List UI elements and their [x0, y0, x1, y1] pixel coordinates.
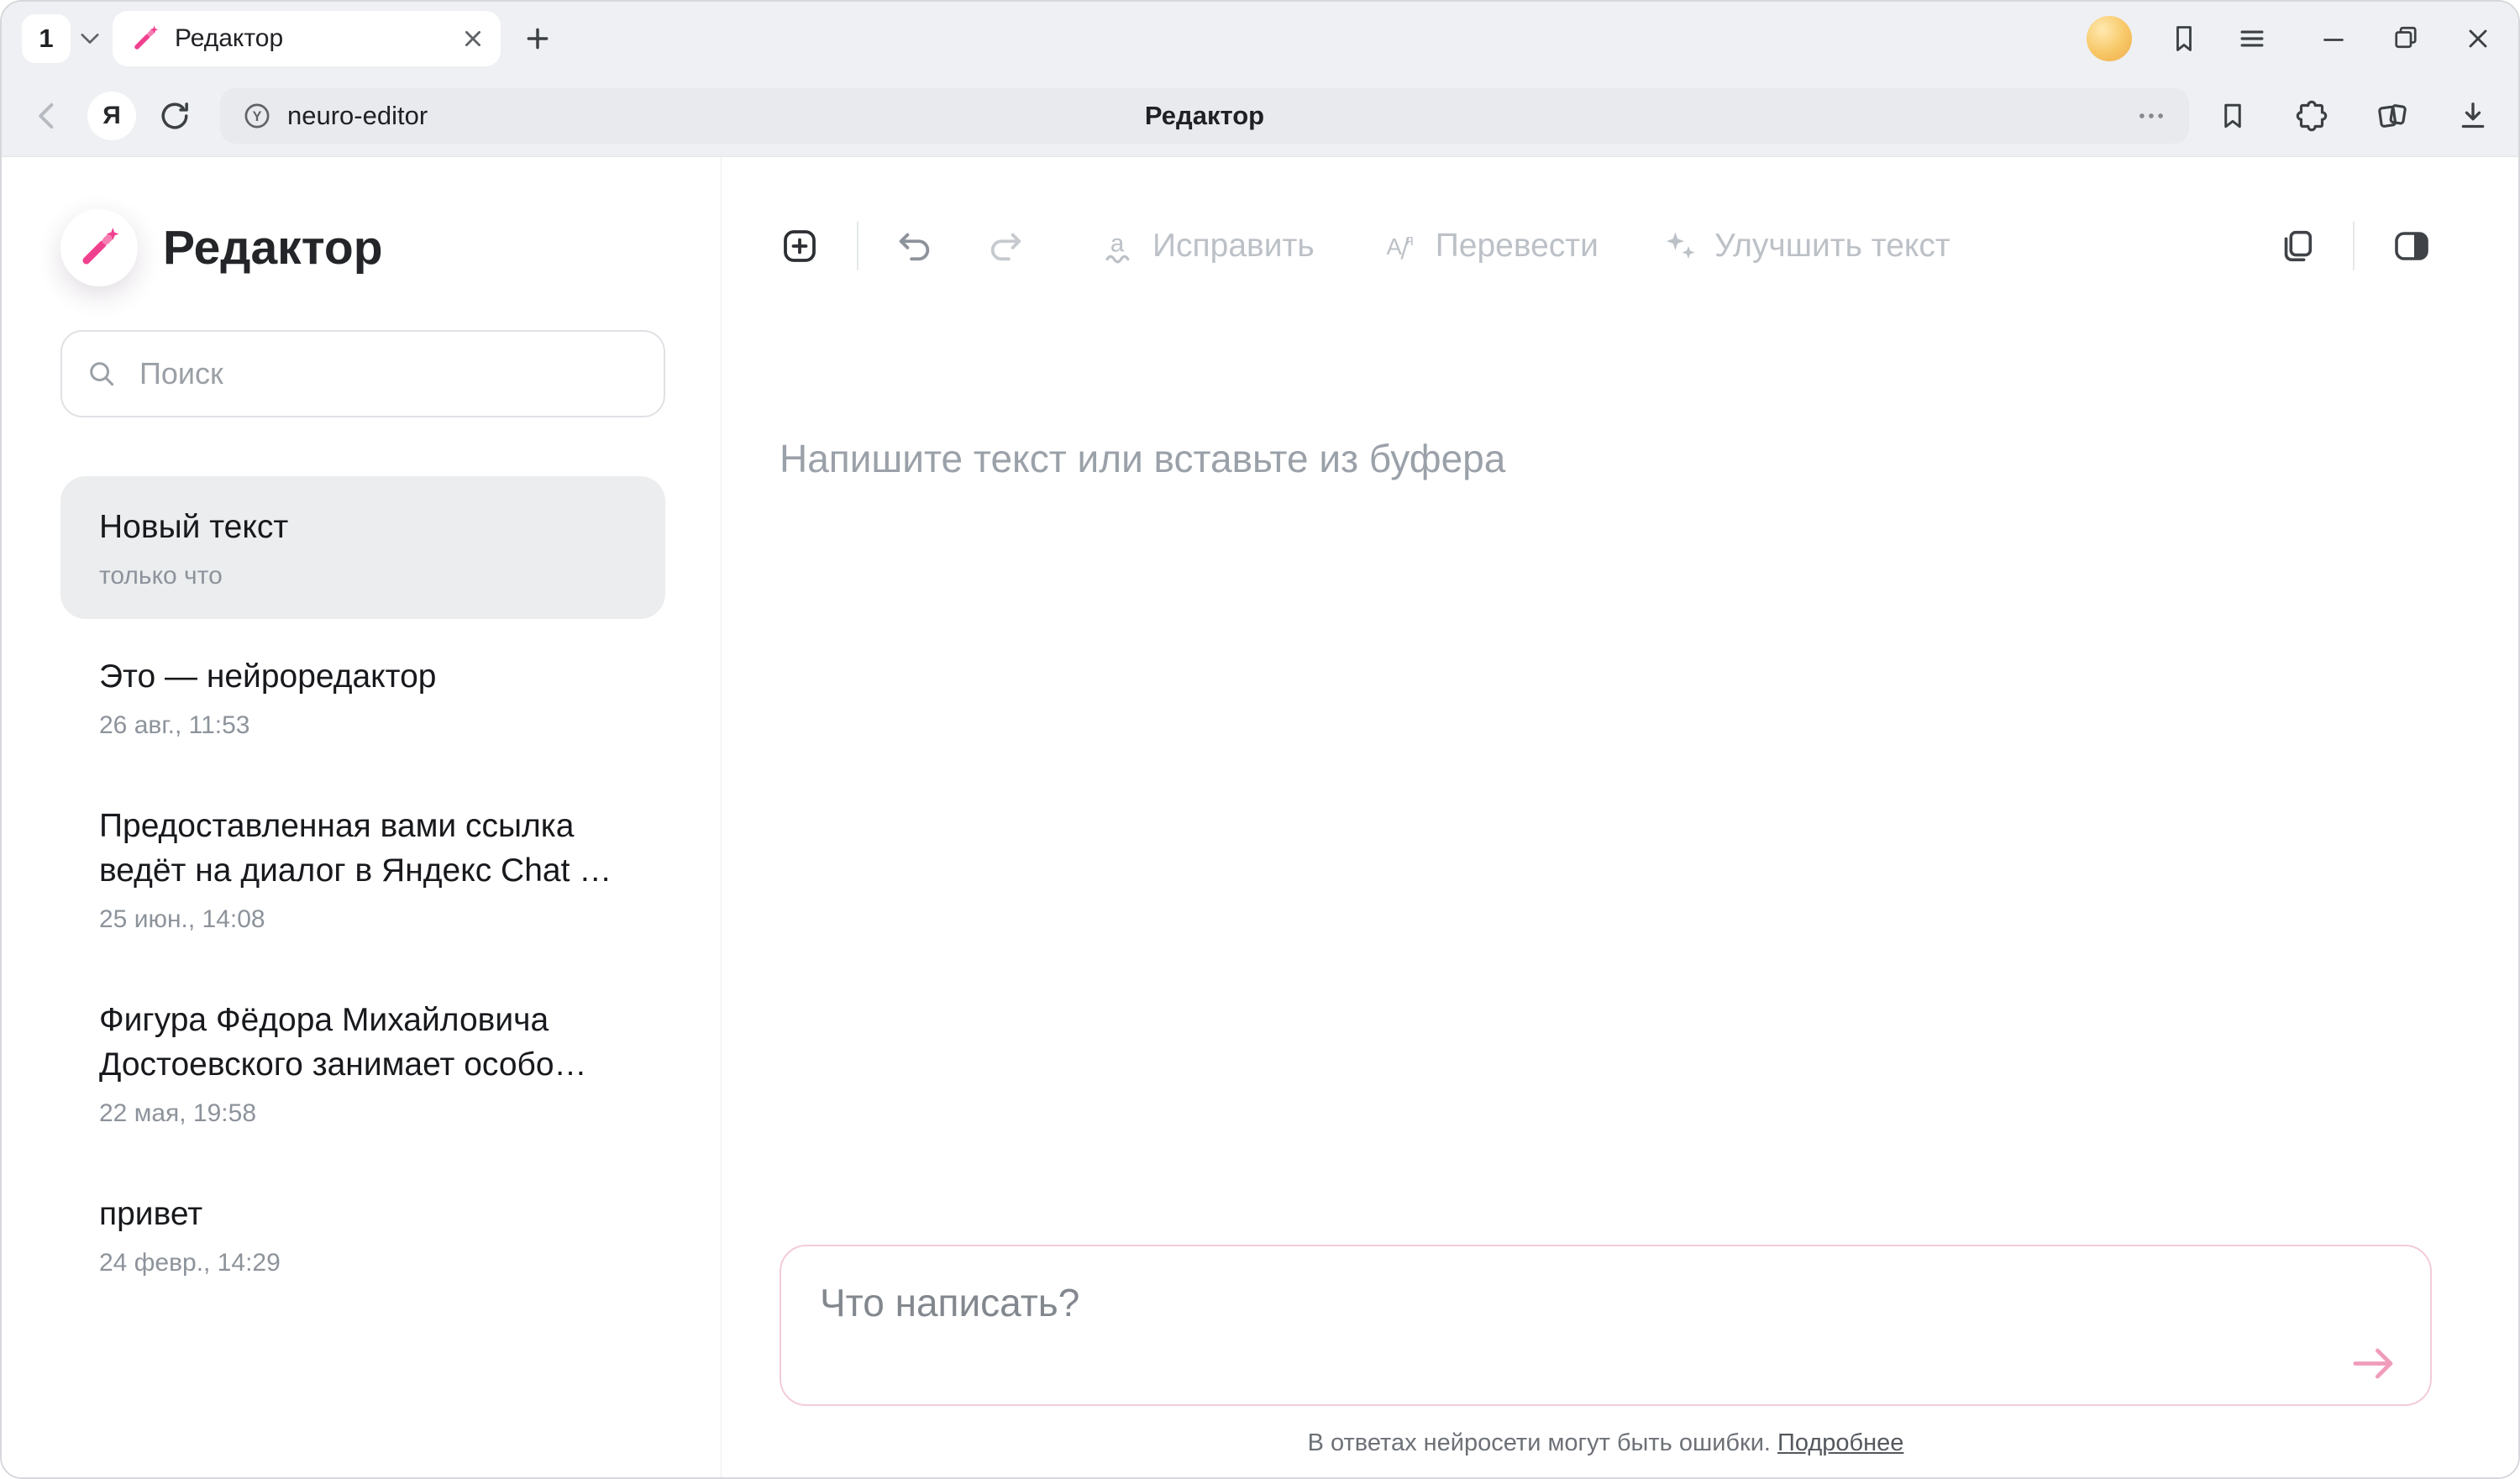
window-controls — [2318, 24, 2493, 54]
search-input[interactable] — [60, 330, 665, 417]
address-bar-actions — [2135, 100, 2167, 132]
undo-button[interactable] — [895, 227, 934, 265]
extensions-puzzle-icon[interactable] — [2295, 99, 2328, 133]
doc-title: привет — [99, 1192, 627, 1236]
undo-icon — [895, 227, 934, 265]
search-box — [60, 330, 665, 417]
doc-title: Предоставленная вами ссылка ведёт на диа… — [99, 804, 627, 893]
doc-title: Фигура Фёдора Михайловича Достоевского з… — [99, 998, 627, 1087]
translate-icon: А я — [1382, 228, 1419, 265]
page-title: Редактор — [1145, 101, 1264, 131]
avatar[interactable] — [2087, 16, 2132, 61]
doc-date: 22 мая, 19:58 — [99, 1099, 627, 1128]
improve-text-label: Улучшить текст — [1714, 228, 1950, 265]
address-bar[interactable]: Y neuro-editor Редактор — [220, 88, 2189, 144]
tab-title: Редактор — [175, 24, 283, 53]
improve-text-button[interactable]: Улучшить текст — [1661, 228, 1950, 265]
more-options-icon[interactable] — [2135, 100, 2167, 132]
doc-item[interactable]: Это — нейроредактор 26 авг., 11:53 — [60, 626, 665, 768]
sparkles-icon — [1661, 228, 1698, 265]
address-text: neuro-editor — [287, 101, 428, 131]
tab-counter-button[interactable]: 1 — [22, 14, 71, 63]
prompt-input[interactable] — [781, 1246, 2287, 1404]
doc-date: 24 февр., 14:29 — [99, 1249, 627, 1277]
bookmark-icon[interactable] — [2218, 101, 2248, 131]
tab-counter-value: 1 — [39, 24, 53, 54]
app-logo — [60, 209, 138, 286]
navigation-bar: Я Y neuro-editor Редактор — [2, 76, 2518, 157]
tab-list-chevron-icon[interactable] — [81, 33, 99, 45]
bookmarks-panel-icon[interactable] — [2169, 24, 2199, 54]
doc-date: 26 авг., 11:53 — [99, 711, 627, 740]
disclaimer: В ответах нейросети могут быть ошибки.По… — [780, 1429, 2432, 1457]
restore-icon[interactable] — [2391, 24, 2421, 54]
side-panel-toggle-button[interactable] — [2391, 226, 2432, 266]
arrow-right-icon — [2348, 1341, 2400, 1386]
fix-text-icon: а — [1099, 228, 1136, 265]
search-icon — [86, 358, 118, 390]
tab-editor[interactable]: Редактор — [113, 11, 501, 66]
tabbar-right-controls — [2087, 16, 2493, 61]
tab-bar: 1 Редактор — [2, 2, 2518, 76]
yandex-logo-letter: Я — [102, 102, 121, 130]
sidebar: Редактор Новый текст только что Это — не… — [2, 157, 722, 1477]
doc-title: Новый текст — [99, 505, 627, 549]
doc-item[interactable]: Фигура Фёдора Михайловича Достоевского з… — [60, 969, 665, 1156]
new-tab-button[interactable] — [524, 25, 551, 52]
editor-text-area[interactable]: Напишите текст или вставьте из буфера — [780, 285, 2432, 1245]
new-document-button[interactable] — [780, 226, 820, 266]
navbar-right-icons — [2218, 99, 2490, 133]
doc-item[interactable]: привет 24 февр., 14:29 — [60, 1163, 665, 1306]
doc-item[interactable]: Предоставленная вами ссылка ведёт на диа… — [60, 775, 665, 962]
prompt-box — [780, 1245, 2432, 1406]
redo-button[interactable] — [986, 227, 1025, 265]
new-document-icon — [780, 226, 820, 266]
collections-icon[interactable] — [2376, 99, 2409, 133]
redo-icon — [986, 227, 1025, 265]
tab-close-icon[interactable] — [462, 28, 484, 50]
editor-favicon-icon — [131, 24, 160, 53]
toolbar-divider — [857, 222, 858, 270]
fix-text-label: Исправить — [1152, 228, 1315, 265]
disclaimer-link[interactable]: Подробнее — [1777, 1429, 1903, 1456]
side-panel-toggle-icon — [2391, 226, 2432, 266]
toolbar-divider — [2353, 222, 2355, 270]
doc-item-new-text[interactable]: Новый текст только что — [60, 476, 665, 619]
svg-text:а: а — [1110, 229, 1125, 257]
editor-toolbar: а Исправить А я Перевести — [780, 207, 2432, 285]
disclaimer-text: В ответах нейросети могут быть ошибки. — [1308, 1429, 1771, 1456]
minimize-icon[interactable] — [2318, 24, 2349, 54]
site-favicon-icon: Y — [242, 101, 272, 131]
translate-button[interactable]: А я Перевести — [1382, 228, 1599, 265]
menu-icon[interactable] — [2236, 23, 2268, 55]
site-favicon-letter: Y — [252, 109, 261, 124]
doc-title: Это — нейроредактор — [99, 654, 627, 699]
back-icon[interactable] — [30, 98, 66, 134]
page-content: Редактор Новый текст только что Это — не… — [2, 157, 2518, 1477]
fix-text-button[interactable]: а Исправить — [1099, 228, 1315, 265]
download-icon[interactable] — [2456, 99, 2490, 133]
reload-icon[interactable] — [158, 99, 192, 133]
copy-button[interactable] — [2277, 227, 2316, 265]
app-header: Редактор — [60, 209, 665, 286]
svg-text:А: А — [1386, 233, 1402, 260]
editor-placeholder: Напишите текст или вставьте из буфера — [780, 436, 2432, 481]
send-button[interactable] — [2348, 1341, 2400, 1386]
editor-panel: а Исправить А я Перевести — [722, 157, 2518, 1477]
app-title: Редактор — [163, 220, 383, 275]
magic-wand-icon — [77, 226, 121, 270]
translate-label: Перевести — [1436, 228, 1599, 265]
yandex-button[interactable]: Я — [87, 92, 136, 140]
document-list: Новый текст только что Это — нейроредакт… — [60, 476, 665, 1306]
close-window-icon[interactable] — [2463, 24, 2493, 54]
copy-icon — [2277, 227, 2316, 265]
browser-window: 1 Редактор — [0, 0, 2520, 1479]
doc-date: только что — [99, 562, 627, 590]
doc-date: 25 июн., 14:08 — [99, 905, 627, 934]
